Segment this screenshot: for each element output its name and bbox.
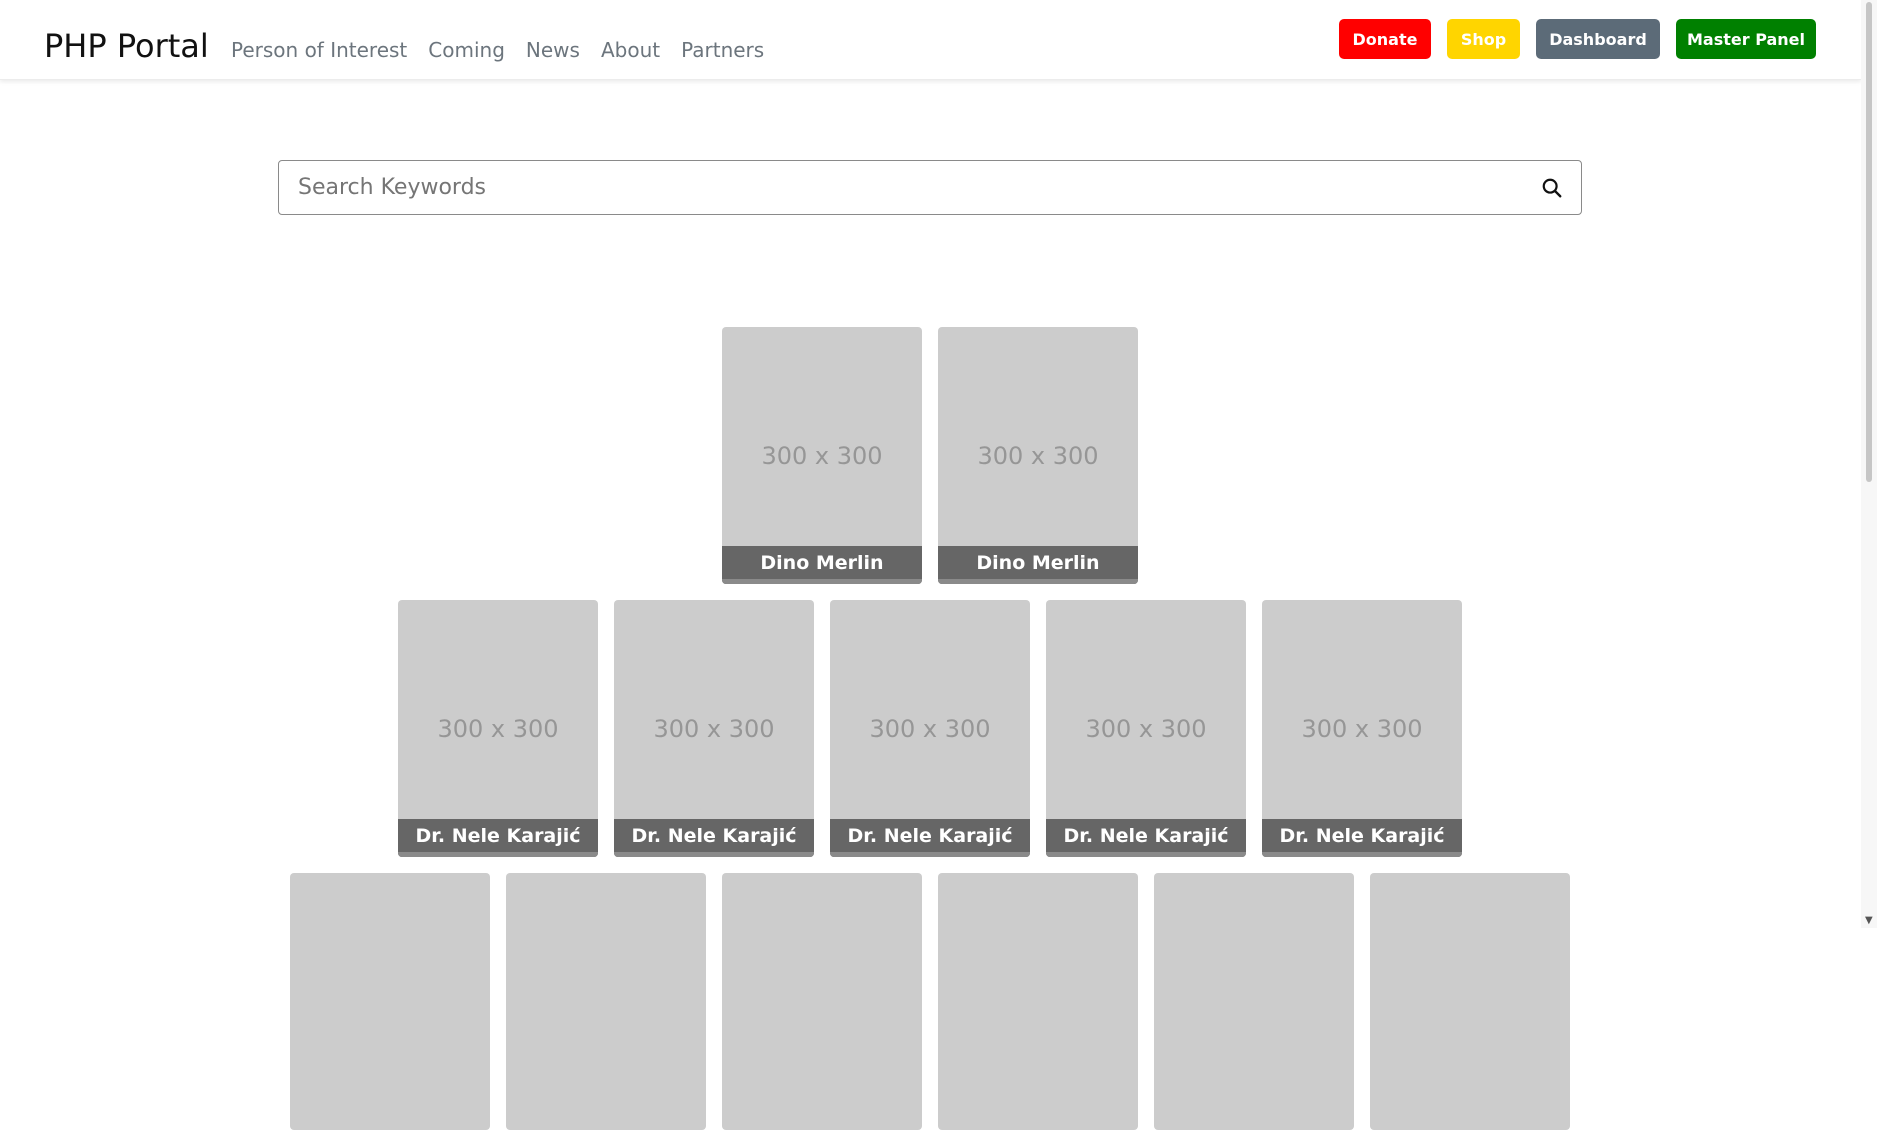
person-name: Dino Merlin: [938, 546, 1138, 584]
person-card[interactable]: 300 x 300 Dr. Nele Karajić: [830, 600, 1030, 857]
nav-news[interactable]: News: [526, 38, 580, 62]
person-card[interactable]: [506, 873, 706, 1130]
master-panel-button[interactable]: Master Panel: [1676, 19, 1816, 59]
person-name: Dino Merlin: [722, 546, 922, 584]
nav-about[interactable]: About: [601, 38, 660, 62]
person-card[interactable]: [722, 873, 922, 1130]
search-input[interactable]: [279, 161, 1519, 214]
person-card[interactable]: 300 x 300 Dr. Nele Karajić: [1262, 600, 1462, 857]
brand-logo[interactable]: PHP Portal: [44, 26, 209, 66]
scroll-down-arrow-icon[interactable]: ▼: [1865, 916, 1873, 926]
person-card[interactable]: 300 x 300 Dr. Nele Karajić: [1046, 600, 1246, 857]
nav-person-of-interest[interactable]: Person of Interest: [231, 38, 407, 62]
person-name: Dr. Nele Karajić: [398, 819, 598, 857]
person-card[interactable]: 300 x 300 Dr. Nele Karajić: [398, 600, 598, 857]
person-card[interactable]: [1370, 873, 1570, 1130]
person-name: Dr. Nele Karajić: [830, 819, 1030, 857]
person-card[interactable]: 300 x 300 Dr. Nele Karajić: [614, 600, 814, 857]
page-scrollbar[interactable]: ▼: [1861, 0, 1877, 928]
person-card[interactable]: [1154, 873, 1354, 1130]
top-navbar: PHP Portal Person of Interest Coming News A…: [0, 0, 1861, 80]
person-card[interactable]: 300 x 300 Dino Merlin: [938, 327, 1138, 584]
donate-button[interactable]: Donate: [1339, 19, 1431, 59]
main-nav: Person of Interest Coming News About Partner…: [231, 38, 785, 62]
person-card[interactable]: [938, 873, 1138, 1130]
person-name: Dr. Nele Karajić: [614, 819, 814, 857]
search-bar: [278, 160, 1582, 215]
person-name: Dr. Nele Karajić: [1046, 819, 1246, 857]
dashboard-button[interactable]: Dashboard: [1536, 19, 1660, 59]
person-card[interactable]: 300 x 300 Dino Merlin: [722, 327, 922, 584]
scrollbar-thumb[interactable]: [1866, 2, 1872, 482]
shop-button[interactable]: Shop: [1447, 19, 1520, 59]
person-name: Dr. Nele Karajić: [1262, 819, 1462, 857]
search-icon[interactable]: [1541, 177, 1563, 199]
nav-partners[interactable]: Partners: [681, 38, 764, 62]
nav-coming[interactable]: Coming: [428, 38, 505, 62]
person-card[interactable]: [290, 873, 490, 1130]
